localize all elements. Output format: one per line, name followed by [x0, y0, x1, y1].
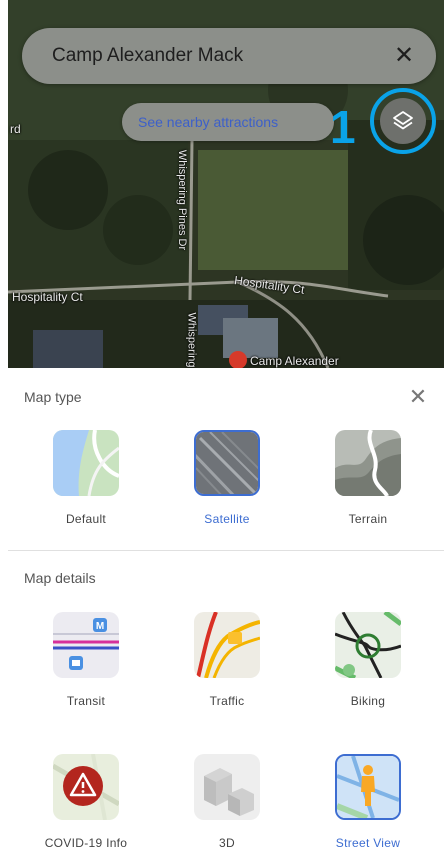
map-details-title: Map details — [24, 570, 96, 586]
map-detail-traffic[interactable]: Traffic — [172, 612, 282, 708]
map-type-default[interactable]: Default — [31, 430, 141, 526]
map-place-label: Camp Alexander — [250, 354, 339, 368]
map-detail-3d[interactable]: 3D — [172, 754, 282, 850]
traffic-thumbnail — [194, 612, 260, 678]
map-type-terrain[interactable]: Terrain — [313, 430, 423, 526]
covid-info-thumbnail — [53, 754, 119, 820]
map-type-label: Terrain — [348, 512, 388, 526]
map-detail-label: 3D — [219, 836, 235, 850]
map-detail-biking[interactable]: Biking — [313, 612, 423, 708]
map-road-label: Whispering Pines Dr — [176, 149, 189, 251]
section-divider — [8, 550, 444, 551]
close-icon[interactable]: ✕ — [406, 385, 430, 409]
map-layers-sheet: Map type ✕ Default Satellite Terrain Map… — [8, 368, 444, 857]
street-view-thumbnail — [335, 754, 401, 820]
map-road-label: Hospitality Ct — [12, 290, 83, 304]
biking-thumbnail — [335, 612, 401, 678]
transit-thumbnail: M — [53, 612, 119, 678]
map-type-satellite[interactable]: Satellite — [172, 430, 282, 526]
map-type-title: Map type — [24, 389, 82, 405]
svg-text:M: M — [96, 621, 104, 632]
map-road-label: rd — [10, 122, 21, 136]
search-query[interactable]: Camp Alexander Mack — [52, 45, 243, 67]
map-detail-label: Biking — [350, 694, 386, 708]
map-detail-label: Street View — [335, 836, 401, 850]
map-road-label: Whispering — [185, 312, 198, 368]
map-detail-covid-19-info[interactable]: COVID-19 Info — [31, 754, 141, 850]
nearby-chip-label: See nearby attractions — [138, 114, 279, 130]
see-nearby-attractions-chip[interactable]: See nearby attractions — [122, 103, 334, 141]
default-map-thumbnail — [53, 430, 119, 496]
map-detail-street-view[interactable]: Street View — [313, 754, 423, 850]
satellite-map-thumbnail — [194, 430, 260, 496]
annotation-number: 1 — [330, 101, 356, 153]
map-type-label: Satellite — [204, 512, 250, 526]
map-detail-label: Traffic — [209, 694, 245, 708]
terrain-map-thumbnail — [335, 430, 401, 496]
close-icon[interactable]: ✕ — [388, 40, 420, 72]
search-bar[interactable]: Camp Alexander Mack ✕ — [22, 28, 436, 84]
map-detail-label: Transit — [66, 694, 106, 708]
annotation-highlight-ring — [370, 88, 436, 154]
map-type-label: Default — [65, 512, 107, 526]
map-detail-label: COVID-19 Info — [44, 836, 128, 850]
3d-thumbnail — [194, 754, 260, 820]
map-detail-transit[interactable]: M Transit — [31, 612, 141, 708]
